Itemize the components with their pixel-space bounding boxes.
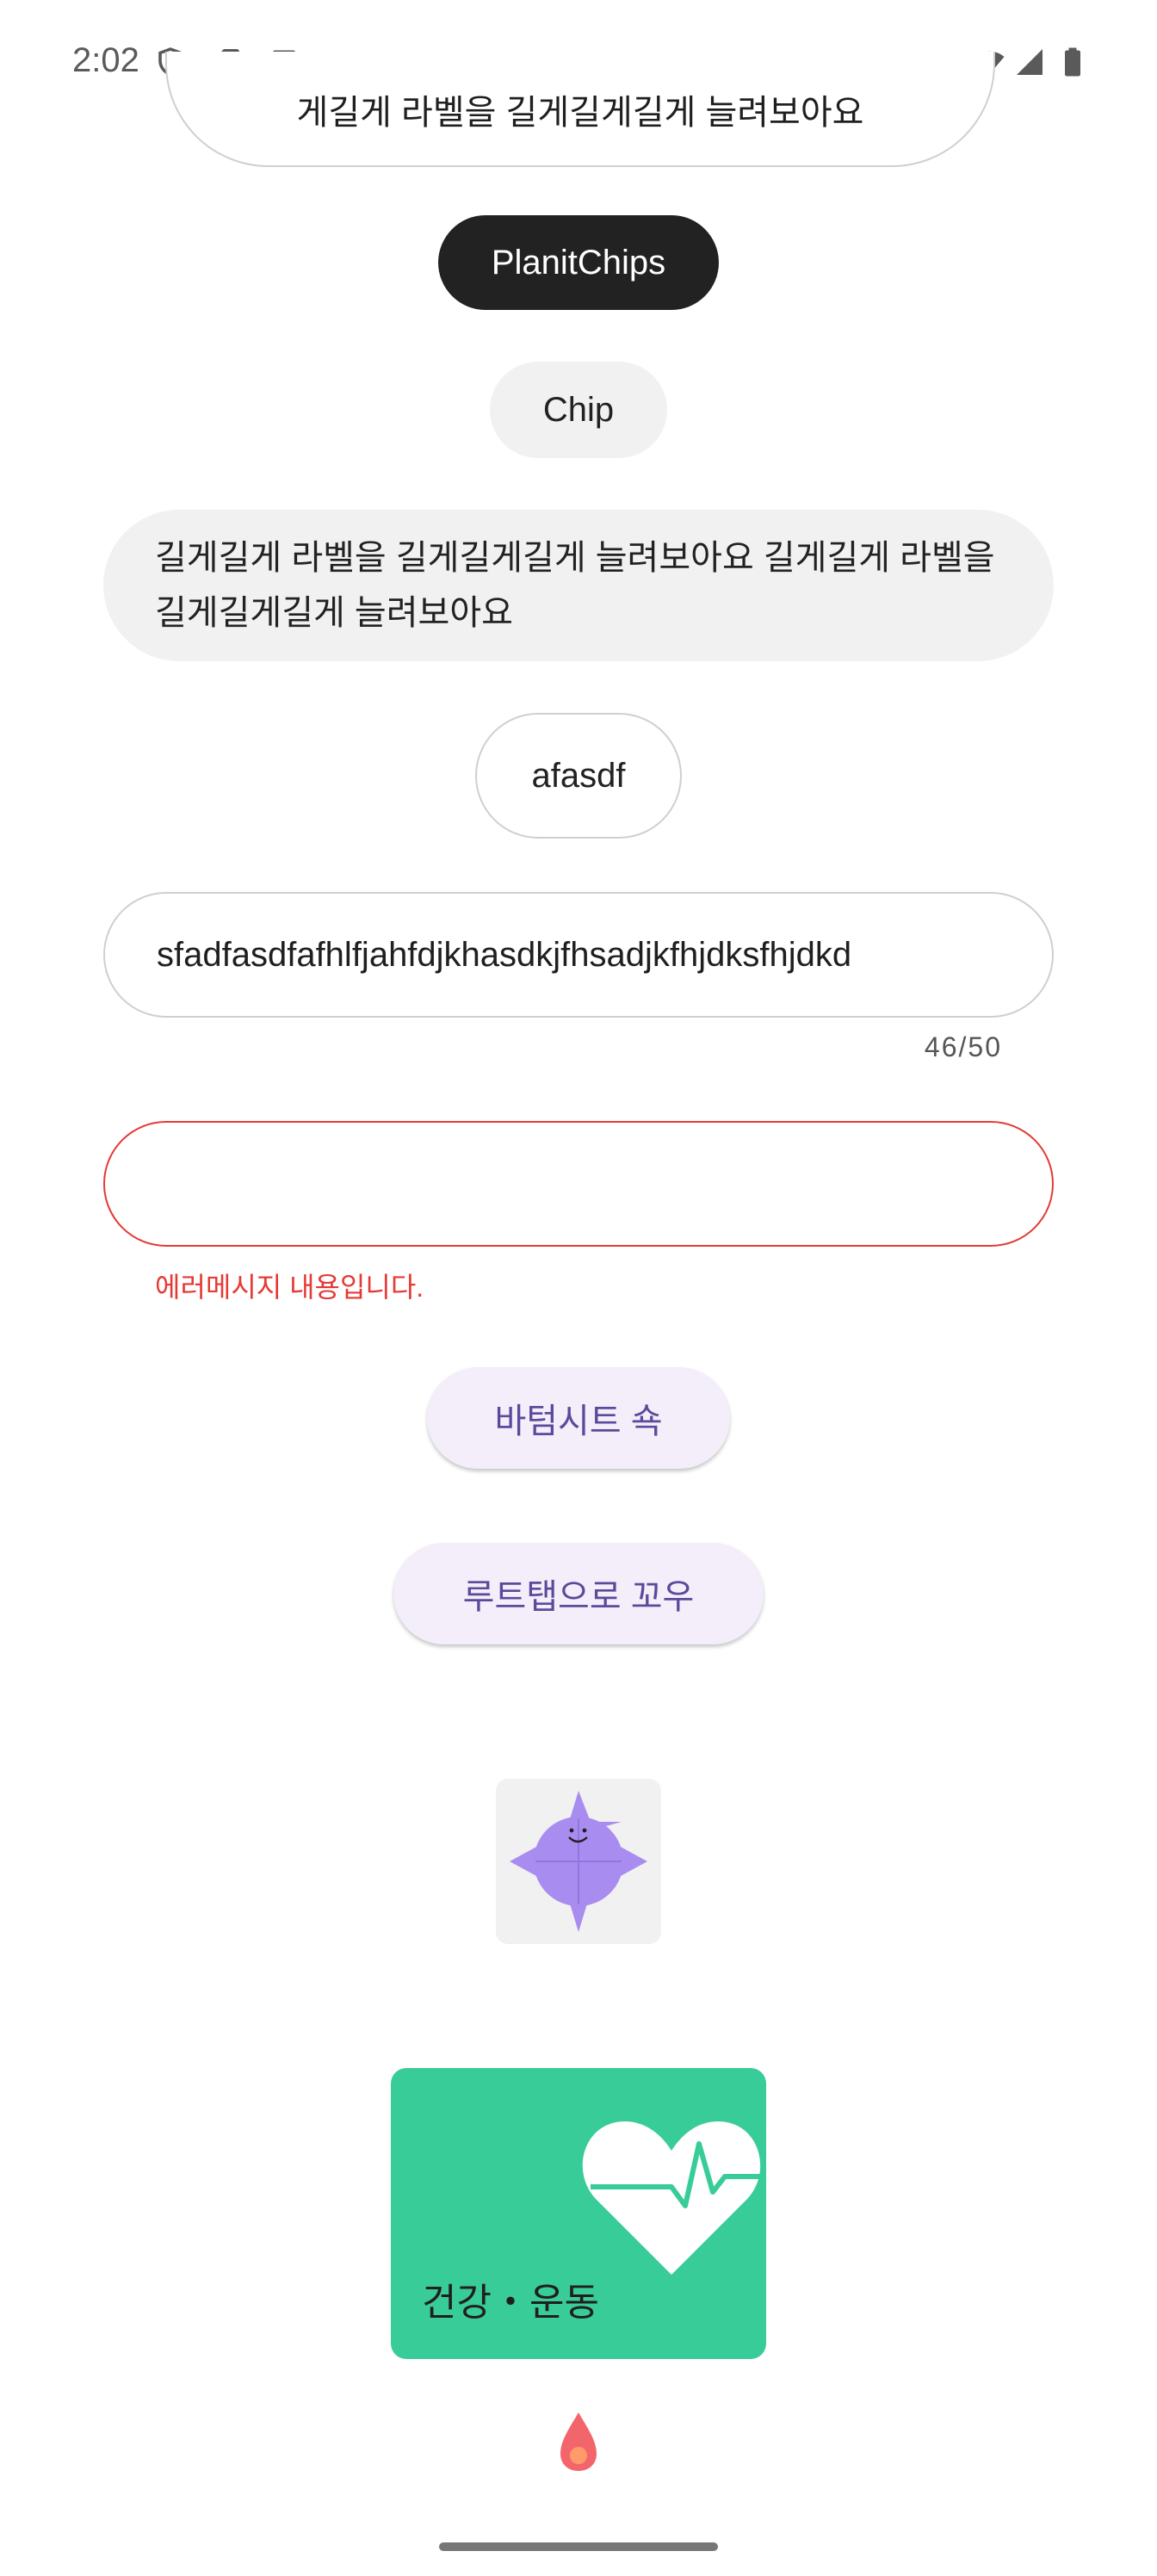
chip-multiline[interactable]: 길게길게 라벨을 길게길게길게 늘려보아요 길게길게 라벨을 길게길게길게 늘려… [103,510,1054,661]
text-input-value: sfadfasdfafhlfjahfdjkhasdkjfhsadjkfhjdks… [157,935,852,974]
home-indicator[interactable] [439,2542,718,2551]
category-card-health[interactable]: 건강・운동 [391,2068,766,2359]
error-text-input[interactable] [103,1121,1054,1247]
bottom-sheet-button[interactable]: 바텀시트 쇽 [427,1367,730,1469]
route-tab-button[interactable]: 루트탭으로 꼬우 [393,1543,764,1644]
error-message: 에러메시지 내용입니다. [155,1272,424,1303]
character-tile[interactable] [496,1779,661,1944]
fire-drop-icon [557,2411,600,2473]
chip-label: 게길게 라벨을 길게길게길게 늘려보아요 [296,94,864,132]
planit-chip-selected[interactable]: PlanitChips [438,215,719,310]
category-label: 건강・운동 [422,2282,599,2324]
signal-icon [1014,46,1045,77]
chip-outlined[interactable]: afasdf [475,713,682,839]
chip-long-label-cut[interactable]: 게길게 라벨을 길게길게길게 늘려보아요 [165,52,995,167]
character-counter: 46/50 [924,1031,1002,1062]
battery-icon [1061,46,1085,77]
heart-pulse-icon [582,2121,766,2275]
text-input[interactable]: sfadfasdfafhlfjahfdjkhasdkjfhsadjkfhjdks… [103,892,1054,1018]
status-time: 2:02 [72,41,139,79]
chip[interactable]: Chip [490,362,667,458]
character-icon [510,1791,647,1932]
